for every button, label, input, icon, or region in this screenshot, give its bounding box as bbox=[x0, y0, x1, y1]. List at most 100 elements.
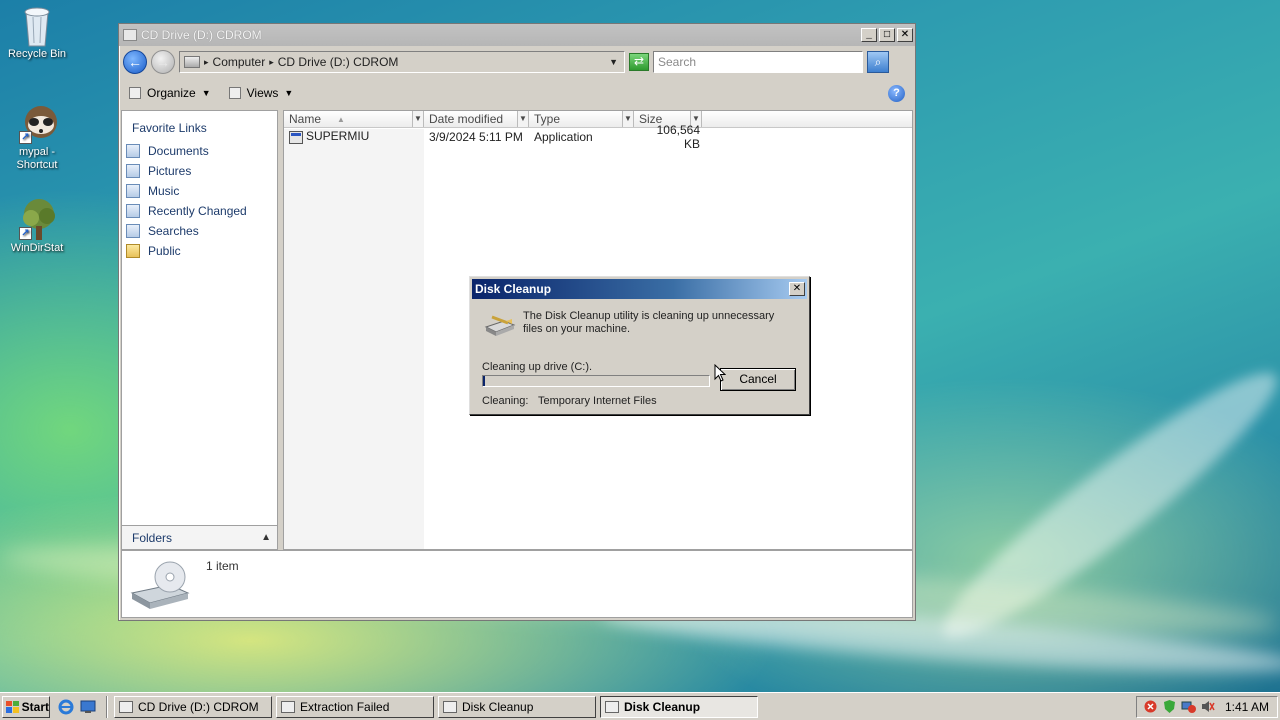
folders-toggle[interactable]: Folders ▲ bbox=[122, 525, 277, 549]
window-titlebar[interactable]: CD Drive (D:) CDROM _ □ ✕ bbox=[119, 24, 915, 46]
searches-icon bbox=[126, 224, 140, 238]
nav-item-label: Music bbox=[148, 184, 180, 198]
chevron-down-icon[interactable]: ▼ bbox=[609, 57, 618, 67]
forward-button[interactable]: → bbox=[151, 50, 175, 74]
music-icon bbox=[126, 184, 140, 198]
column-header-date[interactable]: Date modified ▼ bbox=[424, 111, 529, 127]
column-label: Date modified bbox=[429, 112, 504, 126]
documents-icon bbox=[126, 144, 140, 158]
file-type: Application bbox=[534, 129, 593, 144]
back-button[interactable]: ← bbox=[123, 50, 147, 74]
desktop-icon-label: WinDirStat bbox=[10, 242, 64, 254]
nav-item-documents[interactable]: Documents bbox=[122, 141, 277, 161]
minimize-button[interactable]: _ bbox=[861, 28, 877, 42]
application-icon bbox=[289, 130, 303, 144]
nav-item-pictures[interactable]: Pictures bbox=[122, 161, 277, 181]
cancel-button[interactable]: Cancel bbox=[720, 368, 796, 391]
progress-label: Cleaning up drive (C:). bbox=[482, 361, 593, 373]
name-column-shade bbox=[284, 129, 424, 549]
refresh-icon[interactable]: ⇄ bbox=[629, 53, 649, 71]
drive-icon bbox=[119, 700, 133, 713]
recycle-bin-icon bbox=[17, 4, 57, 47]
nav-item-recently-changed[interactable]: Recently Changed bbox=[122, 201, 277, 221]
file-size: 106,564 KB bbox=[656, 122, 700, 151]
desktop-icon-mypal[interactable]: ↗ mypal - Shortcut bbox=[2, 102, 72, 172]
item-count: 1 item bbox=[206, 559, 239, 573]
views-button[interactable]: Views ▼ bbox=[228, 86, 293, 100]
quick-launch bbox=[58, 699, 96, 715]
system-tray: 1:41 AM bbox=[1136, 695, 1278, 718]
raccoon-icon: ↗ bbox=[17, 102, 57, 144]
chevron-down-icon[interactable]: ▼ bbox=[284, 88, 293, 98]
nav-item-label: Recently Changed bbox=[148, 204, 247, 218]
folders-label: Folders bbox=[132, 530, 173, 545]
dialog-close-button[interactable]: ✕ bbox=[789, 282, 805, 296]
cleanup-progress-bar bbox=[482, 375, 710, 387]
organize-label: Organize bbox=[147, 86, 196, 100]
desktop-icon-recycle-bin[interactable]: Recycle Bin bbox=[2, 4, 72, 61]
search-input[interactable]: Search bbox=[653, 51, 863, 73]
nav-item-label: Pictures bbox=[148, 164, 192, 178]
dialog-message: The Disk Cleanup utility is cleaning up … bbox=[523, 310, 775, 335]
desktop-icon-windirstat[interactable]: ↗ WinDirStat bbox=[2, 198, 72, 255]
internet-explorer-icon[interactable] bbox=[58, 699, 74, 715]
start-label: Start bbox=[21, 699, 49, 714]
sort-up-icon: ▲ bbox=[337, 114, 345, 124]
progress-fill bbox=[483, 376, 486, 386]
organize-button[interactable]: Organize ▼ bbox=[129, 86, 211, 100]
chevron-down-icon[interactable]: ▼ bbox=[517, 111, 528, 127]
computer-icon bbox=[184, 56, 200, 68]
taskbar-button-extraction-failed[interactable]: Extraction Failed bbox=[276, 695, 434, 718]
taskbar-button-disk-cleanup-active[interactable]: Disk Cleanup bbox=[600, 695, 758, 718]
nav-item-label: Searches bbox=[148, 224, 199, 238]
dialog-titlebar[interactable]: Disk Cleanup ✕ bbox=[472, 279, 807, 299]
shortcut-arrow-icon: ↗ bbox=[19, 131, 32, 144]
windows-logo-icon bbox=[6, 700, 19, 713]
nav-item-searches[interactable]: Searches bbox=[122, 221, 277, 241]
file-name-cell: SUPERMIU bbox=[284, 129, 424, 144]
recently-changed-icon bbox=[126, 204, 140, 218]
chevron-down-icon[interactable]: ▼ bbox=[622, 111, 633, 127]
volume-icon[interactable] bbox=[1200, 699, 1215, 714]
column-headers: Name ▲ ▼ Date modified ▼ Type ▼ Size ▼ bbox=[284, 111, 912, 128]
chevron-down-icon[interactable]: ▼ bbox=[412, 111, 423, 127]
clock[interactable]: 1:41 AM bbox=[1225, 700, 1269, 714]
maximize-button[interactable]: □ bbox=[879, 28, 895, 42]
breadcrumb-cd-drive[interactable]: CD Drive (D:) CDROM bbox=[278, 55, 399, 69]
disk-cleanup-icon bbox=[484, 313, 516, 337]
column-header-type[interactable]: Type ▼ bbox=[529, 111, 634, 127]
search-icon[interactable]: ⌕ bbox=[867, 51, 889, 73]
column-header-name[interactable]: Name ▲ ▼ bbox=[284, 111, 424, 127]
help-icon[interactable]: ? bbox=[888, 84, 905, 102]
taskbar-button-cd-drive[interactable]: CD Drive (D:) CDROM bbox=[114, 695, 272, 718]
mouse-cursor-icon bbox=[714, 364, 726, 382]
dialog-title: Disk Cleanup bbox=[475, 282, 552, 296]
desktop-icon-label: mypal - Shortcut bbox=[16, 146, 58, 171]
breadcrumb-separator: ▸ bbox=[269, 56, 274, 67]
column-label: Type bbox=[534, 112, 561, 126]
taskbar-separator bbox=[106, 695, 108, 718]
task-label: CD Drive (D:) CDROM bbox=[138, 699, 259, 714]
nav-item-music[interactable]: Music bbox=[122, 181, 277, 201]
show-desktop-icon[interactable] bbox=[80, 699, 96, 715]
application-icon bbox=[281, 700, 295, 713]
desktop-icon-label: Recycle Bin bbox=[7, 48, 67, 60]
start-button[interactable]: Start bbox=[2, 695, 50, 718]
status-value: Temporary Internet Files bbox=[538, 395, 657, 407]
network-icon[interactable] bbox=[1181, 699, 1196, 714]
security-alert-icon[interactable] bbox=[1143, 699, 1158, 714]
nav-item-label: Documents bbox=[148, 144, 209, 158]
disk-cleanup-icon bbox=[443, 700, 457, 713]
nav-item-public[interactable]: Public bbox=[122, 241, 277, 261]
address-bar[interactable]: ▸ Computer ▸ CD Drive (D:) CDROM ▼ bbox=[179, 51, 625, 73]
views-label: Views bbox=[246, 86, 279, 100]
taskbar-button-disk-cleanup[interactable]: Disk Cleanup bbox=[438, 695, 596, 718]
task-label: Disk Cleanup bbox=[624, 699, 701, 714]
breadcrumb-computer[interactable]: Computer bbox=[213, 55, 266, 69]
chevron-up-icon: ▲ bbox=[261, 532, 271, 543]
shield-icon[interactable] bbox=[1162, 699, 1177, 714]
file-row[interactable]: SUPERMIU 3/9/2024 5:11 PM Application 10… bbox=[284, 123, 912, 151]
disk-cleanup-dialog: Disk Cleanup ✕ The Disk Cleanup utility … bbox=[469, 276, 810, 415]
cd-drive-icon bbox=[128, 559, 190, 609]
close-button[interactable]: ✕ bbox=[897, 28, 913, 42]
